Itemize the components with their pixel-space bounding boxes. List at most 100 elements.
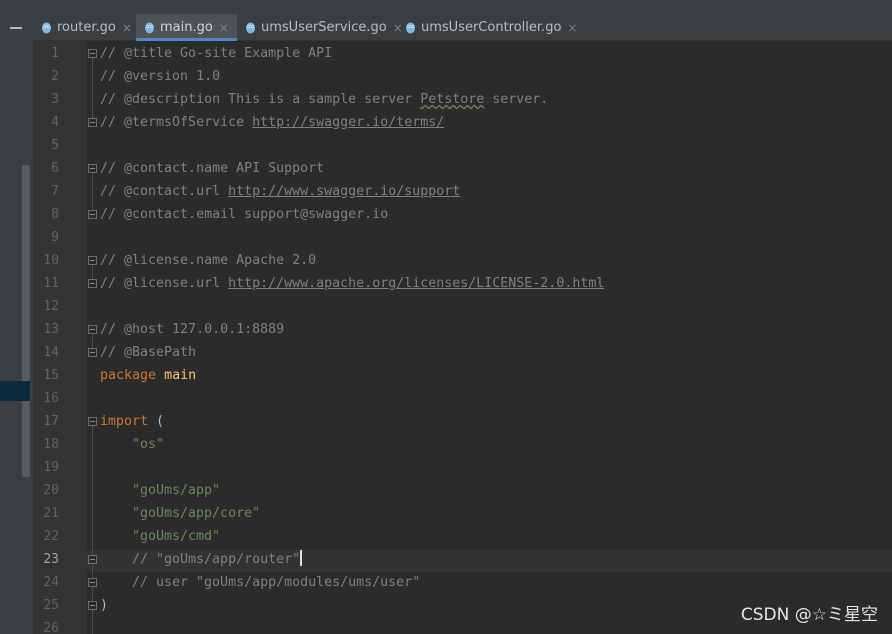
line-number: 12 (43, 299, 59, 314)
go-file-icon (144, 21, 155, 34)
code-line-13[interactable]: // @host 127.0.0.1:8889 (100, 318, 284, 341)
comment: // @license.url (100, 276, 229, 291)
fold-guide (92, 610, 93, 634)
comment: // @title Go-site Example API (100, 46, 333, 61)
comment: // @contact.email support@swagger.io (100, 207, 389, 222)
line-number: 19 (43, 460, 59, 475)
fold-toggle-icon[interactable] (88, 555, 97, 564)
code-line-2[interactable]: // @version 1.0 (100, 65, 220, 88)
tab-ums-user-controller-go[interactable]: umsUserController.go × (397, 14, 577, 41)
fold-toggle-icon[interactable] (88, 210, 97, 219)
line-number: 10 (43, 253, 59, 268)
line-number: 4 (51, 115, 59, 130)
fold-guide (92, 426, 93, 601)
comment: // @contact.name API Support (100, 161, 325, 176)
comment: server. (484, 92, 549, 107)
string-literal: "goUms/app" (132, 483, 221, 498)
fold-toggle-icon[interactable] (88, 256, 97, 265)
code-line-18[interactable]: "os" (132, 433, 164, 456)
comment: // @BasePath (100, 345, 197, 360)
comment: // "goUms/app/router" (132, 552, 301, 567)
line-number: 7 (51, 184, 59, 199)
string-literal: "goUms/cmd" (132, 529, 221, 544)
code-line-21[interactable]: "goUms/app/core" (132, 502, 260, 525)
comment-link[interactable]: http://www.apache.org/licenses/LICENSE-2… (228, 276, 604, 291)
string-literal: "os" (132, 437, 165, 452)
tab-router-go[interactable]: router.go × (33, 14, 136, 41)
code-line-24[interactable]: // user "goUms/app/modules/ums/user" (132, 571, 420, 594)
close-tab-icon[interactable]: × (567, 21, 577, 35)
fold-guide (92, 265, 93, 279)
fold-toggle-icon[interactable] (88, 578, 97, 587)
code-line-10[interactable]: // @license.name Apache 2.0 (100, 249, 316, 272)
code-line-1[interactable]: // @title Go-site Example API (100, 42, 332, 65)
project-panel-header (0, 0, 33, 41)
code-line-25[interactable]: ) (100, 594, 108, 617)
line-number: 9 (51, 230, 59, 245)
project-panel-scrollbar[interactable] (22, 165, 30, 477)
line-number: 11 (43, 276, 59, 291)
fold-toggle-icon[interactable] (88, 348, 97, 357)
line-number: 6 (51, 161, 59, 176)
line-number-current: 23 (43, 552, 59, 567)
tab-label: umsUserService.go (261, 20, 387, 35)
line-number: 17 (43, 414, 59, 429)
tab-label: router.go (57, 20, 116, 35)
paren: ( (148, 414, 165, 429)
fold-guide (92, 173, 93, 211)
tab-main-go[interactable]: main.go × (136, 14, 237, 41)
comment: // user "goUms/app/modules/ums/user" (132, 575, 421, 590)
fold-toggle-icon[interactable] (88, 279, 97, 288)
fold-toggle-icon[interactable] (88, 49, 97, 58)
string-literal: "goUms/app/core" (132, 506, 261, 521)
close-tab-icon[interactable]: × (122, 21, 132, 35)
close-tab-icon[interactable]: × (219, 21, 229, 35)
paren: ) (100, 598, 109, 613)
code-line-6[interactable]: // @contact.name API Support (100, 157, 324, 180)
fold-guide (92, 58, 93, 118)
fold-toggle-icon[interactable] (88, 325, 97, 334)
minimize-icon[interactable] (10, 27, 22, 29)
fold-guide (92, 334, 93, 348)
line-number: 26 (43, 621, 59, 634)
code-line-4[interactable]: // @termsOfService http://swagger.io/ter… (100, 111, 444, 134)
watermark: CSDN @☆ミ星空 (740, 605, 878, 625)
keyword: import (100, 414, 149, 429)
comment-link[interactable]: http://swagger.io/terms/ (252, 115, 444, 130)
tab-label: main.go (160, 20, 213, 35)
code-line-11[interactable]: // @license.url http://www.apache.org/li… (100, 272, 604, 295)
comment: // @license.name Apache 2.0 (100, 253, 317, 268)
code-line-3[interactable]: // @description This is a sample server … (100, 88, 548, 111)
tab-label: umsUserController.go (421, 20, 562, 35)
project-tree-selection[interactable] (0, 381, 30, 401)
line-number: 20 (43, 483, 59, 498)
fold-toggle-icon[interactable] (88, 601, 97, 610)
comment: // @host 127.0.0.1:8889 (100, 322, 285, 337)
go-file-icon (405, 21, 416, 34)
fold-toggle-icon[interactable] (88, 164, 97, 173)
window-top-edge (0, 0, 892, 14)
code-line-14[interactable]: // @BasePath (100, 341, 196, 364)
line-number: 22 (43, 529, 59, 544)
comment: // @version 1.0 (100, 69, 221, 84)
fold-toggle-icon[interactable] (88, 417, 97, 426)
code-line-17[interactable]: import ( (100, 410, 164, 433)
line-number: 16 (43, 391, 59, 406)
line-number: 8 (51, 207, 59, 222)
line-number: 3 (51, 92, 59, 107)
code-line-8[interactable]: // @contact.email support@swagger.io (100, 203, 388, 226)
spellcheck-word: Petstore (420, 92, 485, 107)
go-file-icon (41, 21, 52, 34)
line-number: 1 (51, 46, 59, 61)
code-line-15[interactable]: package main (100, 364, 196, 387)
code-line-20[interactable]: "goUms/app" (132, 479, 220, 502)
tab-ums-user-service-go[interactable]: umsUserService.go × (237, 14, 403, 41)
code-line-22[interactable]: "goUms/cmd" (132, 525, 220, 548)
line-number: 24 (43, 575, 59, 590)
comment-link[interactable]: http://www.swagger.io/support (228, 184, 460, 199)
line-number: 15 (43, 368, 59, 383)
keyword: package (100, 368, 157, 383)
code-line-23[interactable]: // "goUms/app/router" (132, 548, 303, 571)
code-line-7[interactable]: // @contact.url http://www.swagger.io/su… (100, 180, 460, 203)
fold-toggle-icon[interactable] (88, 118, 97, 127)
